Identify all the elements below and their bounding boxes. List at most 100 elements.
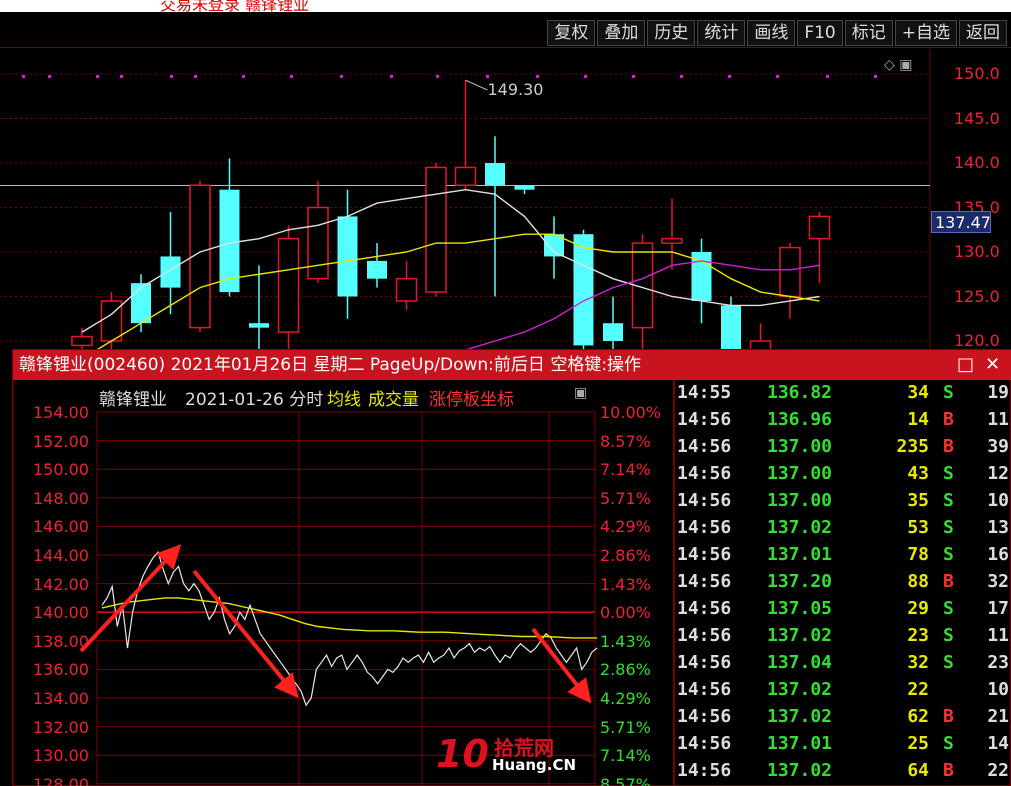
intraday-percent-label: 1.43% — [600, 631, 651, 651]
signal-dot — [22, 75, 25, 78]
candle-body-up — [779, 246, 801, 298]
tick-volume: 78 — [907, 544, 929, 565]
tick-row[interactable]: 14:56 137.02 23 S 11 — [675, 623, 1011, 650]
intraday-price-label: 148.00 — [33, 488, 89, 508]
tick-side: S — [943, 598, 954, 619]
candle-body-up — [100, 300, 123, 342]
tick-time: 14:56 — [677, 544, 732, 565]
signal-dot — [776, 75, 779, 78]
menu-button-7[interactable]: +自选 — [894, 20, 957, 46]
tick-side: S — [943, 733, 954, 754]
kline-canvas[interactable]: 149.30 — [0, 49, 1011, 349]
signal-dot — [728, 75, 731, 78]
tick-row[interactable]: 14:56 137.20 88 B 32 — [675, 569, 1011, 596]
tick-row[interactable]: 14:56 137.04 32 S 23 — [675, 650, 1011, 677]
menu-button-1[interactable]: 叠加 — [597, 20, 646, 46]
intraday-chart[interactable] — [13, 380, 673, 786]
tick-side: B — [943, 436, 954, 457]
tick-volume: 25 — [907, 733, 929, 754]
restore-icon[interactable]: □ — [957, 350, 974, 380]
tick-row[interactable]: 14:56 137.00 43 S 12 — [675, 461, 1011, 488]
candle-body-up — [454, 166, 477, 186]
intraday-percent-label: 5.71% — [600, 717, 651, 737]
menu-button-0[interactable]: 复权 — [547, 20, 596, 46]
signal-dot — [194, 75, 197, 78]
tick-count: 22 — [987, 760, 1009, 781]
menu-button-4[interactable]: 画线 — [747, 20, 796, 46]
menu-button-6[interactable]: 标记 — [844, 20, 893, 46]
tick-row[interactable]: 14:56 136.96 14 B 11 — [675, 407, 1011, 434]
tick-price: 137.04 — [767, 652, 833, 673]
chart-settings-icons[interactable]: ◇ ▣ — [884, 57, 912, 73]
price-axis-label: 120.0 — [954, 331, 1000, 350]
toolbar-menu: 复权 叠加 历史 统计 画线 F10 标记 +自选 返回 — [545, 20, 1007, 46]
tick-time: 14:56 — [677, 571, 732, 592]
tick-time: 14:56 — [677, 436, 732, 457]
tick-count: 11 — [987, 409, 1009, 430]
price-axis-label: 145.0 — [954, 108, 1000, 128]
intraday-percent-label: 5.71% — [600, 488, 651, 508]
tick-count: 12 — [987, 463, 1009, 484]
tick-list[interactable]: 14:55 136.82 34 S 19 14:56 136.96 14 B 11 14:56 137… — [673, 380, 1011, 786]
tick-row[interactable]: 14:56 137.02 64 B 22 — [675, 758, 1011, 785]
intraday-price-label: 142.00 — [33, 574, 89, 594]
annotation-arrow — [192, 569, 299, 699]
intraday-percent-label: 8.57% — [600, 774, 651, 786]
close-icon[interactable]: ✕ — [985, 350, 1000, 380]
intraday-price-label: 128.00 — [33, 774, 89, 786]
signal-dot — [436, 75, 439, 78]
candle-body-up — [277, 237, 300, 333]
intraday-price-label: 138.00 — [33, 631, 89, 651]
intraday-percent-label: 10.00% — [600, 403, 662, 422]
tick-price: 137.02 — [767, 625, 833, 646]
candle-body-down — [249, 323, 269, 328]
menu-button-5[interactable]: F10 — [797, 20, 843, 46]
tick-volume: 88 — [907, 571, 929, 592]
candle-body-down — [337, 216, 358, 297]
tick-row[interactable]: 14:56 137.01 78 S 16 — [675, 542, 1011, 569]
intraday-percent-label: 0.00% — [600, 603, 651, 623]
tick-side: S — [943, 490, 954, 511]
candle-body-down — [603, 323, 623, 341]
candle-body-down — [367, 260, 387, 279]
kline-chart[interactable]: 149.30 ◇ ▣ 150.0 145.0 140.0 135.0 130.0 125.… — [0, 49, 1011, 350]
intraday-popup-window[interactable]: 赣锋锂业(002460) 2021年01月26日 星期二 PageUp/Down… — [12, 349, 1011, 786]
menu-button-8[interactable]: 返回 — [959, 20, 1007, 46]
stock-name: 赣锋锂业 — [99, 390, 167, 410]
tick-volume: 23 — [907, 625, 929, 646]
price-axis-label: 140.0 — [954, 153, 1000, 172]
price-axis-label: 130.0 — [954, 242, 1000, 261]
popup-titlebar[interactable]: 赣锋锂业(002460) 2021年01月26日 星期二 PageUp/Down… — [13, 350, 1011, 380]
intraday-percent-label: 7.14% — [600, 460, 651, 480]
tick-count: 16 — [987, 544, 1009, 565]
tick-row[interactable]: 14:56 137.02 22 10 — [675, 677, 1011, 704]
signal-dot — [874, 75, 877, 78]
tab-avg-line[interactable]: 均线 — [327, 385, 361, 410]
tick-row[interactable]: 14:56 137.05 29 S 17 — [675, 596, 1011, 623]
menu-button-2[interactable]: 历史 — [647, 20, 696, 46]
tab-volume[interactable]: 成交量 — [368, 385, 419, 410]
tick-row[interactable]: 14:56 137.01 25 S 14 — [675, 731, 1011, 758]
high-price-label: 149.30 — [488, 80, 544, 99]
tick-row[interactable]: 14:56 137.02 53 S 13 — [675, 515, 1011, 542]
tick-volume: 35 — [907, 490, 929, 511]
tick-time: 14:56 — [677, 517, 732, 538]
tick-volume: 53 — [907, 517, 929, 538]
tick-row[interactable]: 14:56 137.02 62 B 21 — [675, 704, 1011, 731]
intraday-percent-label: 1.43% — [600, 574, 651, 594]
menu-button-3[interactable]: 统计 — [697, 20, 746, 46]
tab-limit-axis[interactable]: 涨停板坐标 — [429, 385, 514, 410]
tick-time: 14:56 — [677, 760, 732, 781]
chart-option-icon[interactable]: ▣ — [574, 385, 587, 401]
candle-body-down — [514, 185, 535, 190]
tick-price: 137.00 — [767, 490, 833, 511]
intraday-price-label: 134.00 — [33, 689, 89, 708]
tick-row[interactable]: 14:56 137.00 35 S 10 — [675, 488, 1011, 515]
tick-row[interactable]: 14:56 137.00 235 B 39 — [675, 434, 1011, 461]
intraday-percent-label: 2.86% — [600, 546, 651, 565]
top-status-strip: 交易未登录 赣锋锂业 — [0, 0, 1011, 12]
candle-body-down — [131, 283, 151, 324]
signal-dot — [536, 75, 539, 78]
tick-time: 14:56 — [677, 598, 732, 619]
tick-row[interactable]: 14:55 136.82 34 S 19 — [675, 380, 1011, 407]
